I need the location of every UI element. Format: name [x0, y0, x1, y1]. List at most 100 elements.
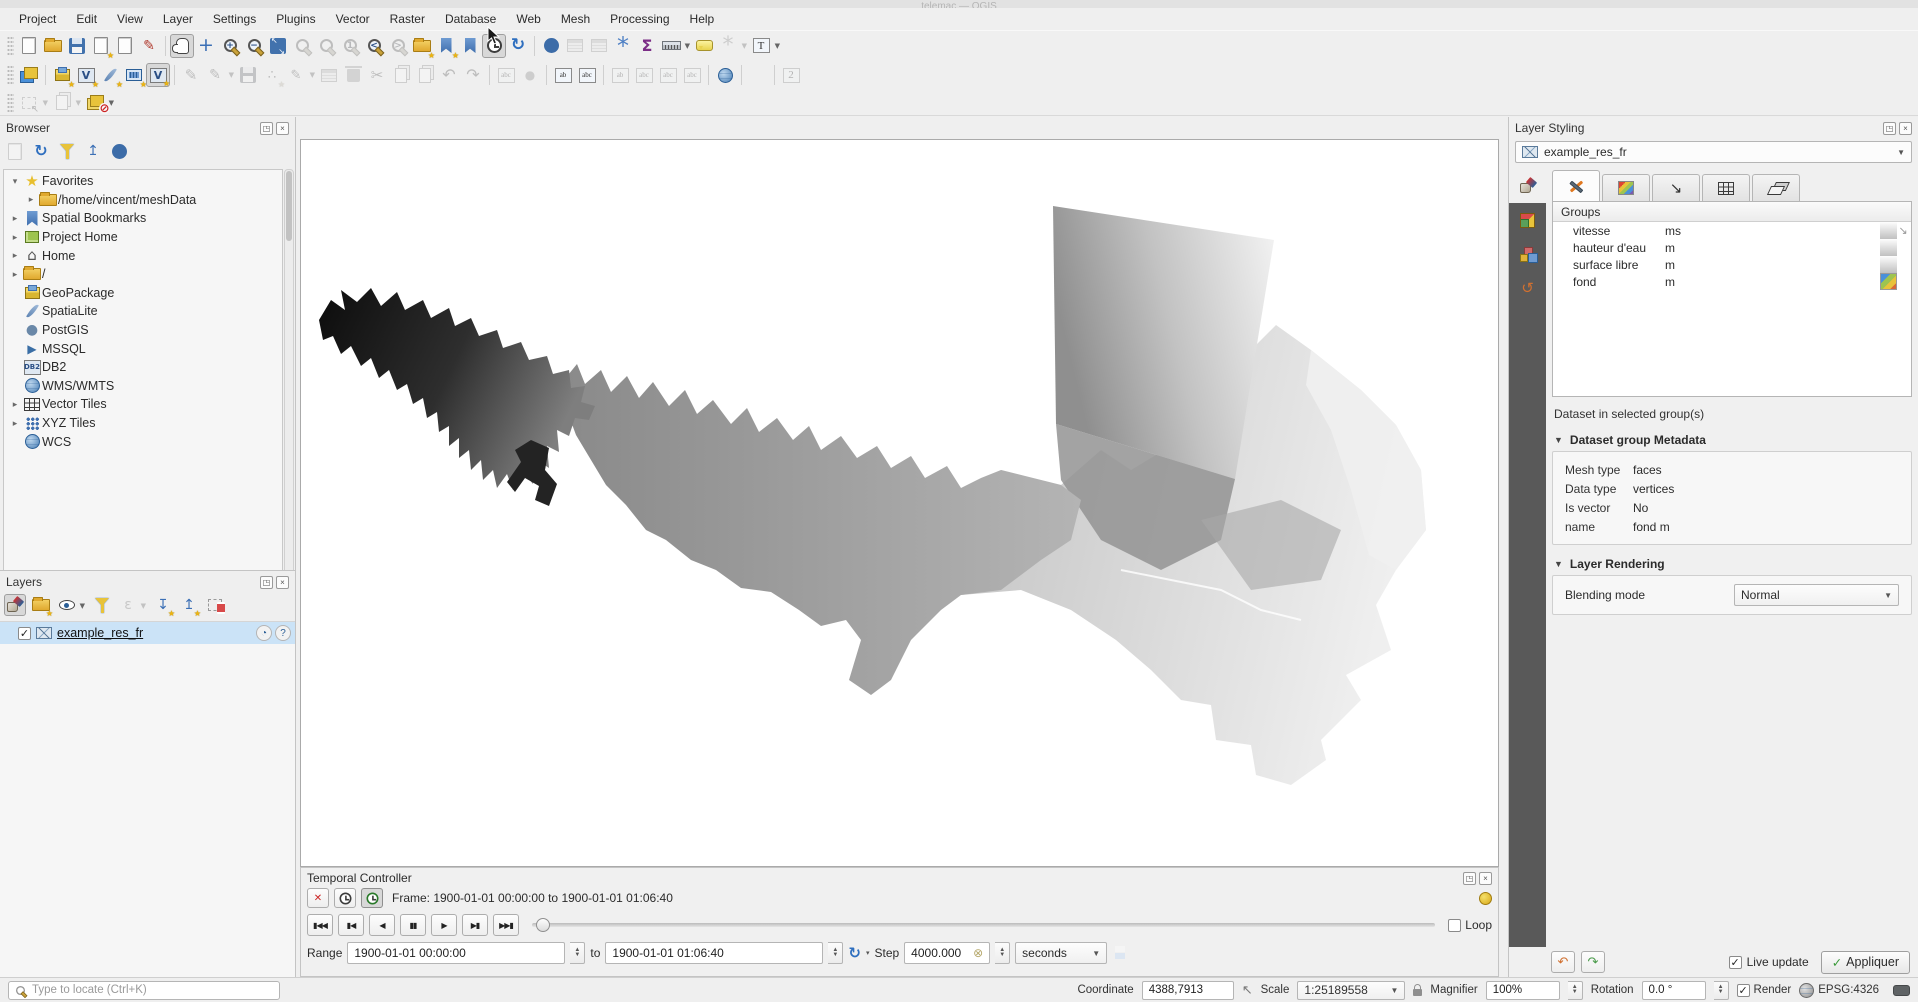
undo-icon[interactable]: ↶ — [437, 63, 461, 87]
show-hide-labels-icon[interactable]: abc — [632, 63, 656, 87]
dataset-group-hauteur-d-eau[interactable]: hauteur d'eaum — [1553, 239, 1911, 256]
temporal-float-button[interactable]: ◳ — [1463, 872, 1476, 885]
toolbar-handle[interactable] — [7, 93, 14, 113]
zoom-next-icon[interactable]: > — [386, 34, 410, 58]
menu-web[interactable]: Web — [507, 10, 549, 28]
temporal-slider-handle[interactable] — [536, 918, 550, 932]
temporal-settings-icon[interactable] — [1479, 892, 1492, 905]
render-checkbox[interactable]: ✓ — [1737, 984, 1750, 997]
browser-item-project-home[interactable]: ▸Project Home — [4, 228, 282, 247]
tab-contours[interactable] — [1602, 174, 1650, 201]
loop-checkbox[interactable] — [1448, 919, 1461, 932]
change-label-icon[interactable]: abc — [680, 63, 704, 87]
new-project-icon[interactable] — [17, 34, 41, 58]
add-selected-layers-icon[interactable] — [4, 140, 26, 162]
new-virtual-layer-icon[interactable]: V★ — [146, 63, 170, 87]
new-mesh-layer-icon[interactable]: ★ — [122, 63, 146, 87]
manage-map-themes-icon[interactable]: ▼ — [56, 594, 78, 616]
group-ramp-column[interactable] — [1880, 222, 1897, 239]
layer-visibility-checkbox[interactable]: ✓ — [18, 627, 31, 640]
map-canvas[interactable] — [300, 139, 1499, 867]
browser-close-button[interactable]: × — [276, 122, 289, 135]
redo-icon[interactable]: ↷ — [461, 63, 485, 87]
tab-3d-view[interactable] — [1509, 203, 1546, 237]
browser-item-[interactable]: ▸/ — [4, 265, 282, 284]
copy-features-icon[interactable] — [389, 63, 413, 87]
zoom-to-selection-icon[interactable] — [290, 34, 314, 58]
styling-redo-button[interactable]: ↷ — [1581, 951, 1605, 973]
dataset-group-surface-libre[interactable]: surface librem — [1553, 256, 1911, 273]
temporal-close-button[interactable]: × — [1479, 872, 1492, 885]
refresh-map-icon[interactable]: ↻ — [506, 34, 530, 58]
open-attribute-table-icon[interactable] — [563, 34, 587, 58]
filter-by-expression-icon[interactable]: ε▼ — [117, 594, 139, 616]
extents-icon[interactable]: ↖ — [1242, 982, 1253, 998]
tree-expander-icon[interactable]: ▾ — [8, 176, 22, 187]
browser-float-button[interactable]: ◳ — [260, 122, 273, 135]
range-start-input[interactable]: 1900-01-01 00:00:00 — [347, 942, 565, 964]
styling-close-button[interactable]: × — [1899, 122, 1912, 135]
play-backward-button[interactable]: ◀ — [369, 914, 395, 936]
magnifier-spinner[interactable]: ▲▼ — [1568, 981, 1583, 1000]
styling-undo-button[interactable]: ↶ — [1551, 951, 1575, 973]
open-data-source-manager-icon[interactable] — [17, 63, 41, 87]
group-ramp-column[interactable] — [1880, 239, 1897, 256]
group-contour-ramp-icon[interactable] — [1880, 273, 1897, 290]
menu-plugins[interactable]: Plugins — [267, 10, 324, 28]
styling-layer-selector[interactable]: example_res_fr ▼ — [1515, 141, 1912, 163]
coordinate-input[interactable]: 4388,7913 — [1142, 981, 1234, 1000]
show-bookmark-manager-icon[interactable] — [458, 34, 482, 58]
rotation-spinner[interactable]: ▲▼ — [1714, 981, 1729, 1000]
new-geopackage-layer-icon[interactable]: ★ — [50, 63, 74, 87]
pan-map-icon[interactable] — [170, 34, 194, 58]
layers-float-button[interactable]: ◳ — [260, 576, 273, 589]
tab-vectors[interactable]: ↘ — [1652, 174, 1700, 201]
map-tips-icon[interactable] — [692, 34, 716, 58]
filter-browser-icon[interactable] — [56, 140, 78, 162]
statistical-summary-icon[interactable]: Σ — [635, 34, 659, 58]
dataset-group-fond[interactable]: fondm — [1553, 273, 1911, 290]
new-shapefile-layer-icon[interactable]: V★ — [74, 63, 98, 87]
locator-input[interactable]: Type to locate (Ctrl+K) — [8, 981, 280, 1000]
step-clear-icon[interactable]: ⊗ — [973, 946, 983, 960]
tree-expander-icon[interactable]: ▸ — [8, 418, 22, 429]
python-console-icon[interactable] — [746, 63, 770, 87]
zoom-out-icon[interactable]: − — [242, 34, 266, 58]
open-layer-styling-panel-icon[interactable] — [4, 594, 26, 616]
layers-close-button[interactable]: × — [276, 576, 289, 589]
tree-expander-icon[interactable]: ▸ — [8, 232, 22, 243]
group-ramp-column[interactable] — [1880, 256, 1897, 273]
skip-to-end-button[interactable]: ▶▶▮ — [493, 914, 519, 936]
mesh-digitizing-icon[interactable]: ▼ — [83, 91, 107, 115]
open-project-icon[interactable] — [41, 34, 65, 58]
menu-edit[interactable]: Edit — [67, 10, 106, 28]
pause-button[interactable]: ▮▮ — [400, 914, 426, 936]
temporal-slider[interactable] — [532, 923, 1435, 927]
metadata-section-header[interactable]: ▼Dataset group Metadata — [1554, 433, 1910, 447]
lock-scale-icon[interactable] — [1413, 989, 1422, 996]
play-forward-button[interactable]: ▶ — [431, 914, 457, 936]
delete-selected-icon[interactable] — [341, 63, 365, 87]
cut-features-icon[interactable]: ✂ — [365, 63, 389, 87]
range-refresh-icon[interactable]: ↻ — [848, 944, 861, 962]
rendering-section-header[interactable]: ▼Layer Rendering — [1554, 557, 1910, 571]
tree-expander-icon[interactable]: ▸ — [8, 399, 22, 410]
browser-item-favorites[interactable]: ▾★Favorites — [4, 172, 282, 191]
digitize-points-icon[interactable]: ∴★ — [260, 63, 284, 87]
layer-diagram-options-icon[interactable]: abc — [575, 63, 599, 87]
range-refresh-dropdown[interactable]: ▾ — [866, 949, 870, 957]
metasearch-icon[interactable] — [713, 63, 737, 87]
next-frame-button[interactable]: ▶▮ — [462, 914, 488, 936]
tab-symbology[interactable] — [1509, 169, 1546, 203]
range-end-spinner[interactable]: ▲▼ — [828, 942, 843, 964]
style-manager-icon[interactable]: ✎ — [137, 34, 161, 58]
label-toolbar-options-icon[interactable]: ● — [518, 63, 542, 87]
identify-features-icon[interactable] — [539, 34, 563, 58]
refresh-browser-icon[interactable]: ↻ — [30, 140, 52, 162]
show-spatial-bookmarks-icon[interactable]: ★ — [434, 34, 458, 58]
toolbar-handle[interactable] — [7, 65, 14, 85]
toggle-editing-icon[interactable]: ✎▼ — [203, 63, 227, 87]
measure-line-icon[interactable]: ▼ — [659, 34, 683, 58]
toolbar-handle[interactable] — [7, 36, 14, 56]
skip-to-start-button[interactable]: ▮◀◀ — [307, 914, 333, 936]
